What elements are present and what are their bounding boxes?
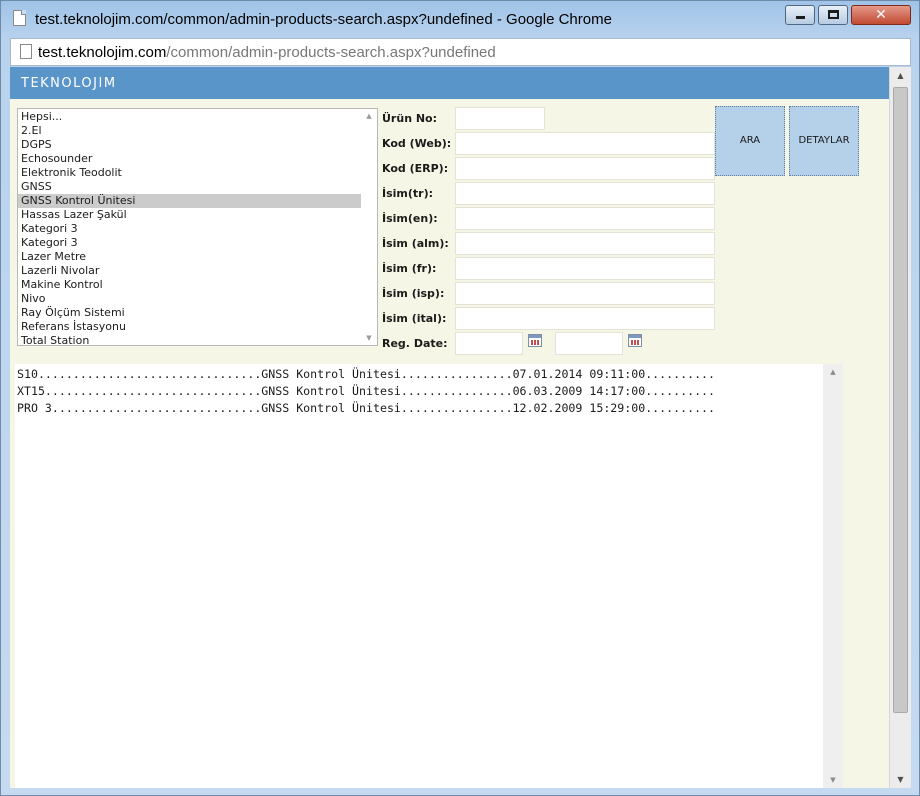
category-option[interactable]: DGPS (18, 138, 361, 152)
result-line: S10................................GNSS … (17, 367, 716, 381)
scroll-up-icon[interactable]: ▲ (361, 109, 377, 123)
close-icon: ✕ (875, 7, 887, 23)
page-icon (20, 44, 32, 59)
category-option[interactable]: Total Station (18, 334, 361, 348)
label-kod-web: Kod (Web): (382, 137, 452, 150)
category-option[interactable]: Hassas Lazer Şakül (18, 208, 361, 222)
page-content: TEKNOLOJIM Hepsi... 2.El DGPS Echosounder El… (10, 67, 911, 788)
calendar-icon[interactable] (628, 334, 642, 347)
isim-tr-input[interactable] (455, 182, 715, 205)
isim-alm-input[interactable] (455, 232, 715, 255)
results-textarea[interactable]: S10................................GNSS … (15, 364, 843, 788)
category-list-scrollbar[interactable]: ▲ ▼ (361, 109, 377, 345)
category-option[interactable]: Elektronik Teodolit (18, 166, 361, 180)
label-kod-erp: Kod (ERP): (382, 162, 449, 175)
results-scrollbar[interactable]: ▲ ▼ (823, 364, 843, 788)
scroll-down-icon[interactable]: ▼ (890, 771, 911, 788)
label-isim-alm: İsim (alm): (382, 237, 449, 250)
label-isim-tr: İsim(tr): (382, 187, 434, 200)
label-urun-no: Ürün No: (382, 112, 438, 125)
category-option[interactable]: Makine Kontrol (18, 278, 361, 292)
isim-isp-input[interactable] (455, 282, 715, 305)
result-line: PRO 3..............................GNSS … (17, 401, 716, 415)
page-scroll-thumb[interactable] (893, 87, 908, 713)
minimize-button[interactable] (785, 5, 815, 25)
close-button[interactable]: ✕ (851, 5, 911, 25)
category-option[interactable]: Echosounder (18, 152, 361, 166)
reg-date-from-input[interactable] (455, 332, 523, 355)
label-isim-ital: İsim (ital): (382, 312, 447, 325)
kod-web-input[interactable] (455, 132, 715, 155)
category-option[interactable]: Hepsi... (18, 110, 361, 124)
result-line: XT15...............................GNSS … (17, 384, 716, 398)
category-option[interactable]: Nivo (18, 292, 361, 306)
title-bar: test.teknolojim.com/common/admin-product… (1, 1, 919, 35)
label-isim-isp: İsim (isp): (382, 287, 445, 300)
isim-fr-input[interactable] (455, 257, 715, 280)
scroll-up-icon[interactable]: ▲ (890, 67, 911, 84)
scroll-down-icon[interactable]: ▼ (361, 331, 377, 345)
label-isim-en: İsim(en): (382, 212, 438, 225)
category-option[interactable]: Kategori 3 (18, 236, 361, 250)
category-option[interactable]: 2.El (18, 124, 361, 138)
search-button[interactable]: ARA (715, 106, 785, 176)
results-lines: S10................................GNSS … (17, 366, 823, 417)
address-bar[interactable]: test.teknolojim.com/common/admin-product… (10, 38, 911, 66)
details-button[interactable]: DETAYLAR (789, 106, 859, 176)
page-icon (13, 10, 26, 26)
label-reg-date: Reg. Date: (382, 337, 448, 350)
minimize-icon (795, 16, 805, 19)
category-option[interactable]: Kategori 3 (18, 222, 361, 236)
address-url[interactable]: test.teknolojim.com/common/admin-product… (38, 44, 496, 61)
category-option[interactable]: GNSS Kontrol Ünitesi (18, 194, 361, 208)
window-title: test.teknolojim.com/common/admin-product… (35, 11, 612, 28)
isim-en-input[interactable] (455, 207, 715, 230)
page-scrollbar[interactable]: ▲ ▼ (889, 67, 911, 788)
reg-date-to-input[interactable] (555, 332, 623, 355)
label-isim-fr: İsim (fr): (382, 262, 437, 275)
category-option[interactable]: GNSS (18, 180, 361, 194)
urun-no-input[interactable] (455, 107, 545, 130)
category-option[interactable]: Lazer Metre (18, 250, 361, 264)
scroll-down-icon[interactable]: ▼ (823, 772, 843, 788)
maximize-button[interactable] (818, 5, 848, 25)
address-host: test.teknolojim.com (38, 44, 167, 61)
scroll-up-icon[interactable]: ▲ (823, 364, 843, 380)
site-logo: TEKNOLOJIM (21, 76, 117, 91)
category-option[interactable]: Lazerli Nivolar (18, 264, 361, 278)
browser-window: test.teknolojim.com/common/admin-product… (0, 0, 920, 796)
category-items: Hepsi... 2.El DGPS Echosounder Elektronik Te… (18, 110, 361, 348)
calendar-icon[interactable] (528, 334, 542, 347)
maximize-icon (827, 10, 839, 19)
address-path: /common/admin-products-search.aspx?undef… (166, 44, 496, 61)
site-header: TEKNOLOJIM (10, 67, 889, 99)
category-option[interactable]: Ray Ölçüm Sistemi (18, 306, 361, 320)
isim-ital-input[interactable] (455, 307, 715, 330)
category-option[interactable]: Referans İstasyonu (18, 320, 361, 334)
kod-erp-input[interactable] (455, 157, 715, 180)
category-listbox[interactable]: Hepsi... 2.El DGPS Echosounder Elektronik Te… (17, 108, 378, 348)
